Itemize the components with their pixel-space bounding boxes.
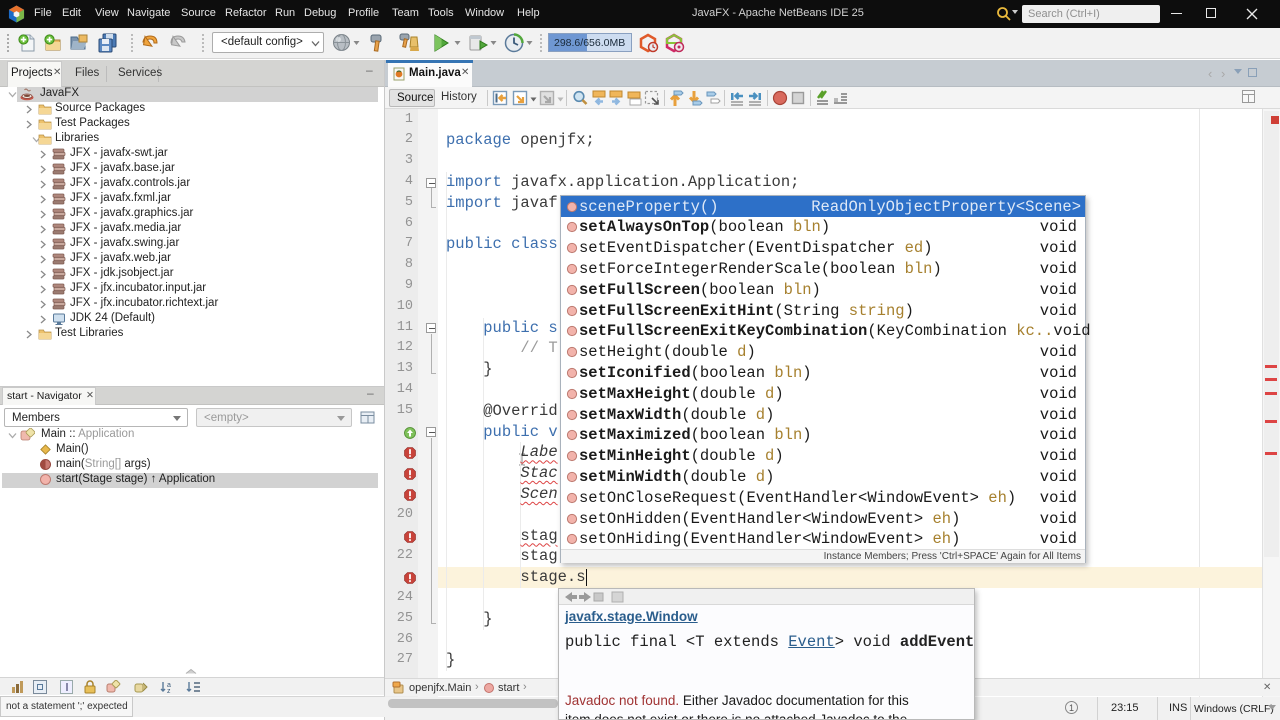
svg-text:z: z [167,688,171,694]
